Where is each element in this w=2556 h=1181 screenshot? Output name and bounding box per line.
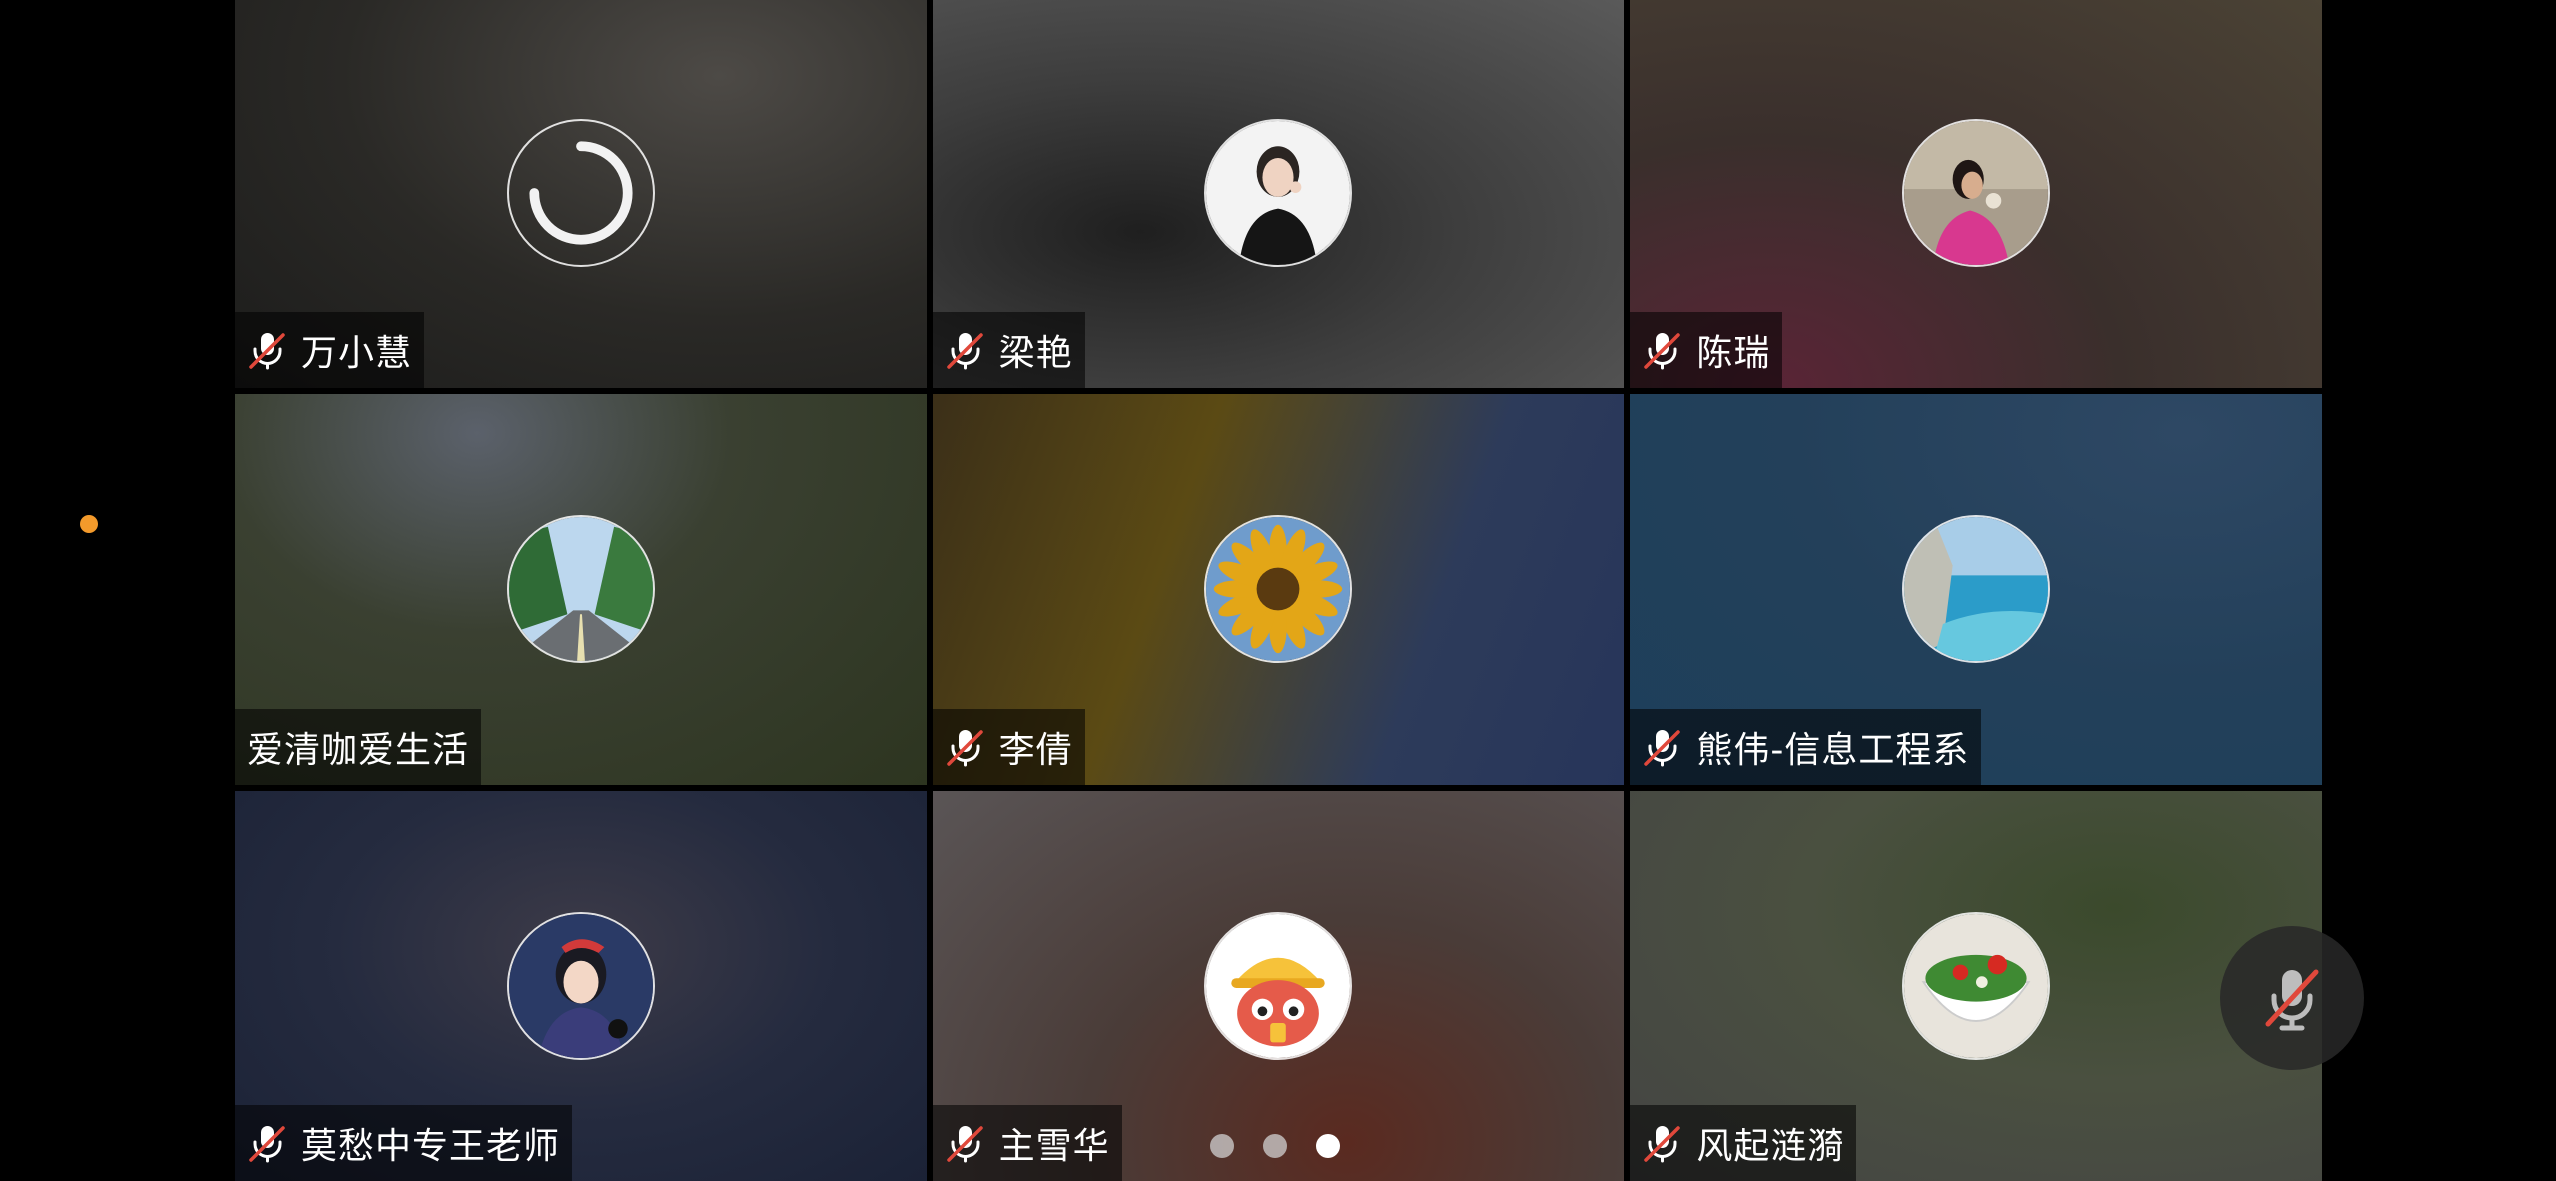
participant-grid: 万小慧 梁艳 陈瑞爱清咖爱生活 李倩 熊伟-信息工程系莫愁中专王老师 主雪华 风起涟漪 — [235, 0, 2322, 1181]
participant-name: 李倩 — [998, 729, 1073, 771]
participant-name-tag: 熊伟-信息工程系 — [1630, 708, 1982, 785]
participant-tile[interactable]: 主雪华 — [932, 790, 1625, 1181]
participant-avatar — [1902, 911, 2051, 1060]
mic-muted-icon — [945, 726, 987, 768]
participant-name-tag: 李倩 — [932, 708, 1085, 785]
participant-name: 陈瑞 — [1696, 333, 1771, 375]
participant-name: 熊伟-信息工程系 — [1696, 729, 1970, 771]
participant-tile[interactable]: 万小慧 — [235, 0, 927, 389]
page-dot[interactable] — [1316, 1134, 1340, 1158]
page-indicator[interactable] — [1210, 1134, 1340, 1158]
participant-avatar — [1902, 119, 2051, 268]
participant-name-tag: 陈瑞 — [1630, 312, 1783, 389]
participant-tile[interactable]: 熊伟-信息工程系 — [1630, 394, 2322, 785]
participant-avatar — [1902, 515, 2051, 664]
participant-name: 万小慧 — [301, 333, 413, 375]
participant-name-tag: 莫愁中专王老师 — [235, 1105, 573, 1181]
participant-name-tag: 风起涟漪 — [1630, 1105, 1857, 1181]
mic-muted-icon — [945, 1122, 987, 1164]
participant-name-tag: 主雪华 — [932, 1105, 1122, 1181]
mic-toggle-icon — [2265, 969, 2319, 1031]
participant-tile[interactable]: 莫愁中专王老师 — [235, 790, 927, 1181]
participant-name: 爱清咖爱生活 — [247, 729, 470, 771]
participant-name: 主雪华 — [998, 1126, 1110, 1167]
mic-muted-icon — [247, 329, 289, 371]
status-indicator-dot — [80, 515, 98, 533]
mic-muted-icon — [945, 329, 987, 371]
participant-tile[interactable]: 爱清咖爱生活 — [235, 394, 927, 785]
participant-name: 梁艳 — [998, 333, 1073, 375]
mic-muted-icon — [247, 1122, 289, 1164]
participant-avatar — [1204, 911, 1353, 1060]
mic-toggle-button[interactable] — [2220, 926, 2364, 1070]
participant-tile[interactable]: 梁艳 — [932, 0, 1625, 389]
participant-name: 莫愁中专王老师 — [301, 1126, 561, 1167]
participant-name-tag: 万小慧 — [235, 312, 425, 389]
participant-avatar — [1204, 119, 1353, 268]
participant-avatar — [506, 911, 655, 1060]
meeting-gallery-view: 万小慧 梁艳 陈瑞爱清咖爱生活 李倩 熊伟-信息工程系莫愁中专王老师 主雪华 风起涟漪 — [0, 0, 2556, 1181]
loading-spinner-icon — [506, 119, 655, 268]
participant-tile[interactable]: 李倩 — [932, 394, 1625, 785]
participant-name: 风起涟漪 — [1696, 1126, 1845, 1167]
participant-avatar — [506, 515, 655, 664]
mic-muted-icon — [1642, 329, 1684, 371]
page-dot[interactable] — [1263, 1134, 1287, 1158]
participant-name-tag: 梁艳 — [932, 312, 1085, 389]
participant-name-tag: 爱清咖爱生活 — [235, 708, 482, 785]
participant-avatar — [1204, 515, 1353, 664]
participant-tile[interactable]: 风起涟漪 — [1630, 790, 2322, 1181]
mic-muted-icon — [1642, 726, 1684, 768]
mic-muted-icon — [1642, 1122, 1684, 1164]
page-dot[interactable] — [1210, 1134, 1234, 1158]
participant-tile[interactable]: 陈瑞 — [1630, 0, 2322, 389]
